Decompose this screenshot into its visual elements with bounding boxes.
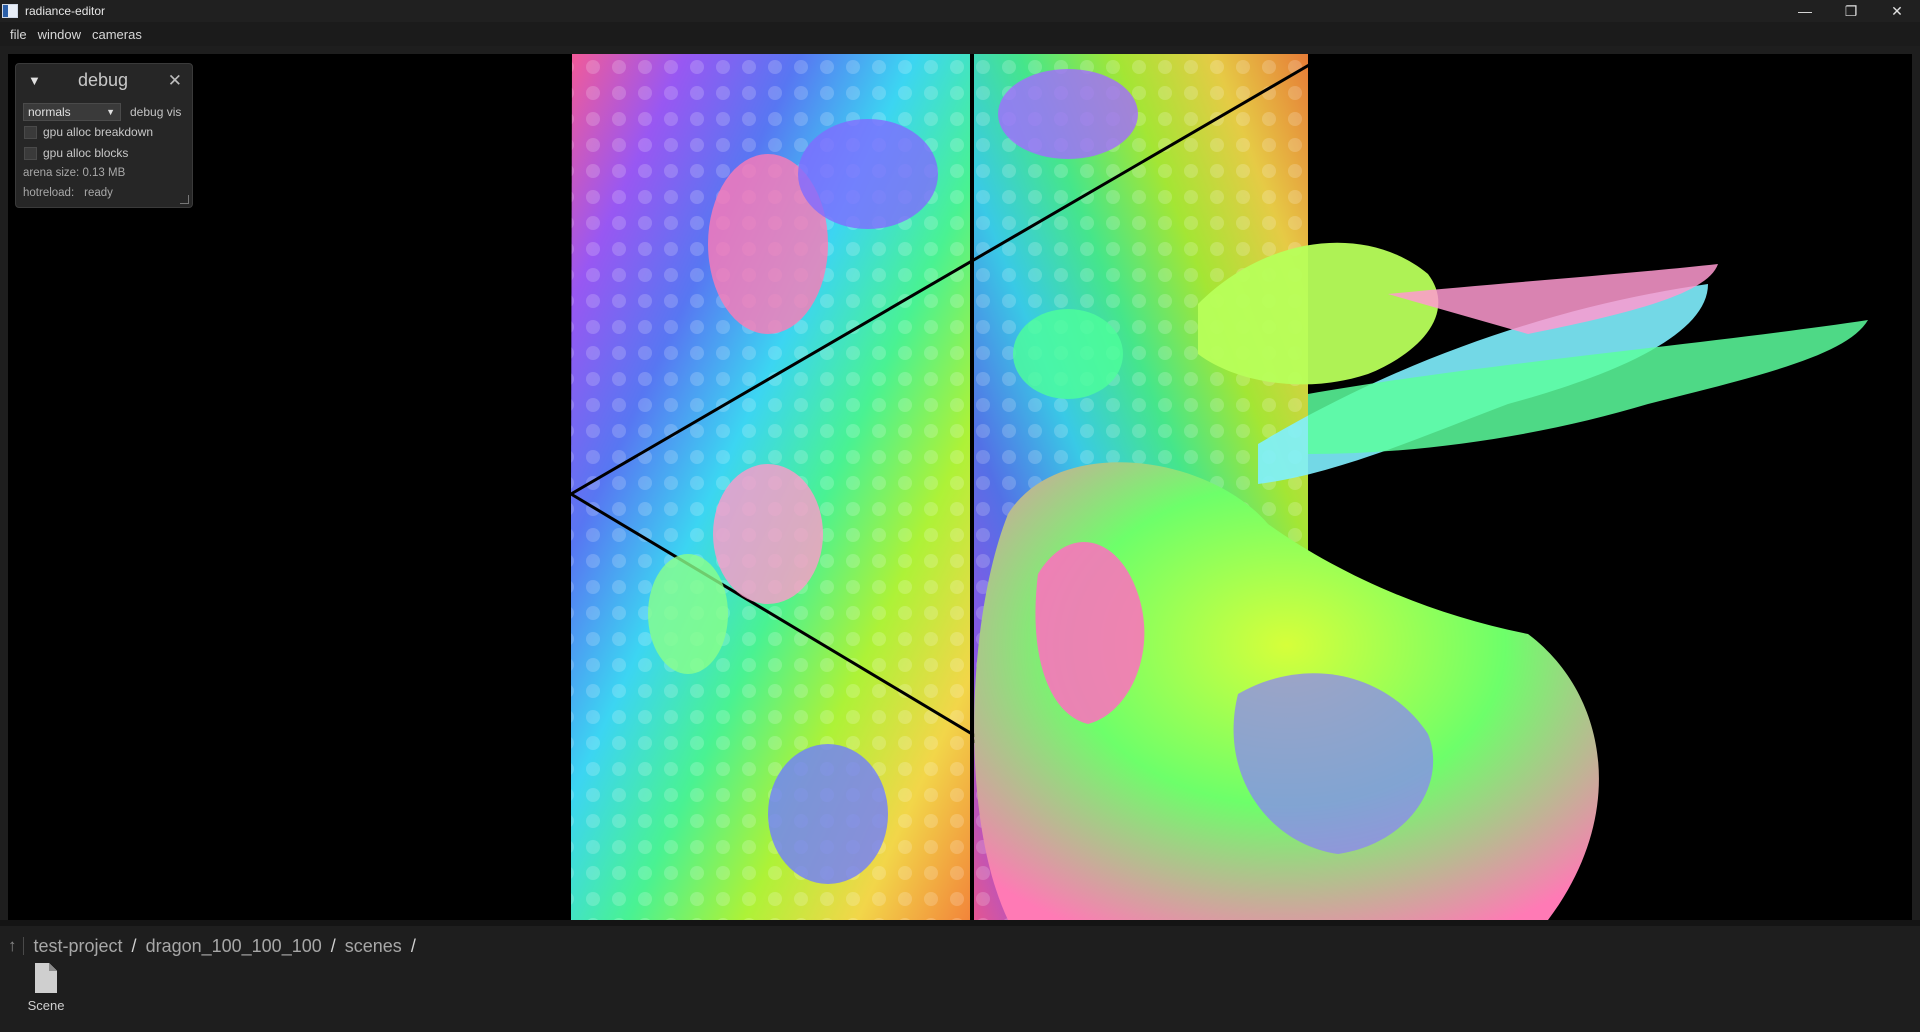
gpu-alloc-breakdown-row: gpu alloc breakdown	[23, 125, 153, 139]
gpu-alloc-breakdown-label: gpu alloc breakdown	[43, 125, 154, 139]
debug-vis-select[interactable]: normals ▼	[23, 103, 121, 121]
gpu-alloc-blocks-checkbox[interactable]	[24, 146, 37, 160]
menu-window[interactable]: window	[34, 27, 88, 42]
chevron-down-icon: ▼	[106, 107, 115, 117]
dragon-instance	[768, 744, 888, 884]
breadcrumb-item-dragon[interactable]: dragon_100_100_100	[146, 936, 322, 957]
debug-panel[interactable]: ▼ debug ✕ normals ▼ debug vis gpu alloc …	[15, 63, 193, 208]
hotreload-label: hotreload:	[23, 187, 75, 199]
title-bar: radiance-editor — ❐ ✕	[0, 0, 1920, 22]
app-icon	[2, 4, 18, 18]
dragon-instance	[1013, 309, 1123, 399]
breadcrumb: ↑ test-project / dragon_100_100_100 / sc…	[6, 935, 425, 957]
dragon-instance	[648, 554, 728, 674]
gpu-alloc-blocks-label: gpu alloc blocks	[43, 146, 129, 160]
debug-panel-header[interactable]: ▼ debug ✕	[16, 64, 192, 98]
dragon-instance	[998, 69, 1138, 159]
debug-panel-title: debug	[78, 70, 129, 90]
menu-cameras[interactable]: cameras	[88, 27, 149, 42]
gpu-alloc-blocks-row: gpu alloc blocks	[23, 146, 128, 160]
normals-render	[570, 54, 1868, 920]
arena-size-row: arena size: 0.13 MB	[23, 167, 125, 179]
gpu-alloc-breakdown-checkbox[interactable]	[24, 125, 37, 139]
dragon-instance	[713, 464, 823, 604]
breadcrumb-separator: /	[330, 935, 336, 956]
file-item-scene[interactable]: Scene	[24, 963, 68, 1013]
breadcrumb-item-test-project[interactable]: test-project	[34, 936, 123, 957]
close-button[interactable]: ✕	[1874, 0, 1920, 22]
file-item-label: Scene	[27, 998, 65, 1013]
debug-vis-label: debug vis	[130, 105, 182, 119]
menu-bar: file window cameras	[0, 22, 1920, 46]
menu-file[interactable]: file	[0, 27, 34, 42]
debug-vis-value: normals	[28, 105, 71, 119]
close-icon[interactable]: ✕	[168, 71, 182, 91]
hotreload-status: ready	[84, 187, 113, 199]
breadcrumb-separator: /	[410, 935, 416, 956]
hotreload-row: hotreload: ready	[23, 187, 113, 199]
dragon-instance	[798, 119, 938, 229]
breadcrumb-item-scenes[interactable]: scenes	[345, 936, 402, 957]
maximize-button[interactable]: ❐	[1828, 0, 1874, 22]
file-icon	[35, 963, 57, 993]
resize-handle[interactable]	[180, 195, 189, 204]
minimize-button[interactable]: —	[1782, 0, 1828, 22]
window-title: radiance-editor	[25, 4, 106, 18]
collapse-icon[interactable]: ▼	[28, 73, 41, 88]
up-arrow-icon[interactable]: ↑	[8, 936, 17, 956]
debug-vis-row: normals ▼ debug vis	[23, 103, 181, 121]
arena-size-text: arena size: 0.13 MB	[23, 167, 126, 179]
panel-divider[interactable]	[0, 920, 1920, 926]
breadcrumb-divider	[22, 937, 24, 955]
breadcrumb-separator: /	[131, 935, 137, 956]
window-controls: — ❐ ✕	[1782, 0, 1920, 22]
render-viewport[interactable]	[8, 54, 1912, 920]
